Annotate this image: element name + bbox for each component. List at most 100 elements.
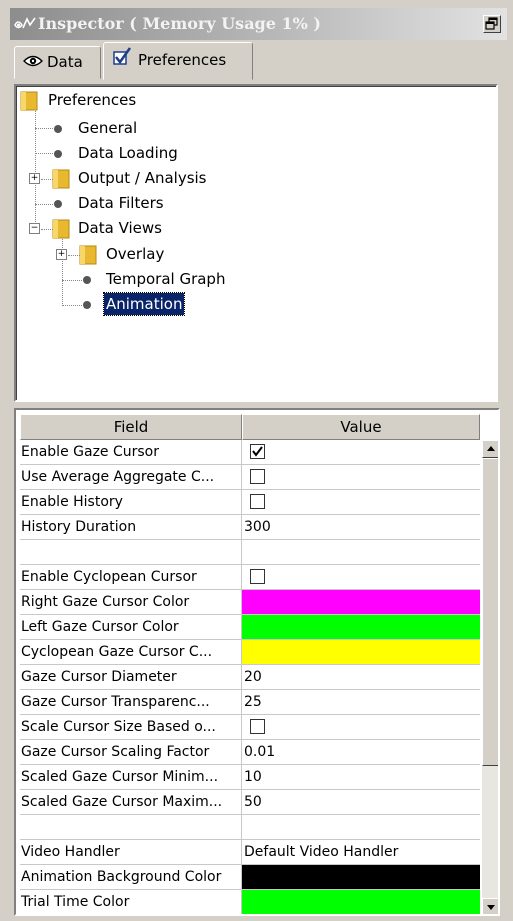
leaf-bullet-icon: [54, 200, 62, 208]
property-value-text: 25: [244, 694, 262, 710]
property-value-text: 0.01: [244, 744, 276, 760]
property-row[interactable]: Enable Cyclopean Cursor: [20, 565, 480, 590]
property-field-name: [20, 540, 242, 564]
property-row[interactable]: Enable History: [20, 490, 480, 515]
tree-label: Data Filters: [78, 194, 164, 212]
scroll-up-button[interactable]: [482, 440, 498, 458]
property-row[interactable]: Left Gaze Cursor Color: [20, 615, 480, 640]
property-value-text: 20: [244, 669, 262, 685]
scroll-down-button[interactable]: [482, 898, 498, 914]
column-header-value[interactable]: Value: [242, 414, 480, 440]
property-value-text: [242, 819, 244, 835]
property-field-name: History Duration: [20, 515, 242, 539]
expand-plus-icon[interactable]: +: [56, 249, 67, 260]
property-row[interactable]: Gaze Cursor Scaling Factor 0.01: [20, 740, 480, 765]
property-value-text: 50: [244, 794, 262, 810]
tree-item-overlay[interactable]: + Overlay: [16, 242, 486, 267]
property-row[interactable]: [20, 540, 480, 565]
tree-label: Overlay: [106, 245, 165, 263]
property-field-name: Video Handler: [20, 840, 242, 864]
property-value[interactable]: 300: [242, 515, 480, 539]
scroll-thumb[interactable]: [482, 458, 498, 766]
arrow-down-icon: [487, 905, 495, 910]
color-swatch[interactable]: [242, 615, 480, 639]
folder-icon: [79, 245, 97, 265]
restore-icon: [485, 17, 498, 30]
property-row[interactable]: Gaze Cursor Diameter 20: [20, 665, 480, 690]
tab-preferences[interactable]: Preferences: [103, 42, 253, 80]
property-field-name: Scale Cursor Size Based o...: [20, 715, 242, 739]
window-title: Inspector ( Memory Usage 1% ): [38, 14, 321, 33]
color-swatch[interactable]: [242, 865, 480, 889]
expand-plus-icon[interactable]: +: [29, 173, 40, 184]
property-field-name: Scaled Gaze Cursor Minim...: [20, 765, 242, 789]
property-field-name: Gaze Cursor Scaling Factor: [20, 740, 242, 764]
property-row[interactable]: Scaled Gaze Cursor Maxim... 50: [20, 790, 480, 815]
property-value[interactable]: [242, 540, 480, 564]
checkbox-unchecked[interactable]: [250, 469, 265, 484]
tree-root-preferences[interactable]: Preferences: [16, 88, 486, 113]
tree-item-data-filters[interactable]: Data Filters: [16, 191, 486, 216]
property-row[interactable]: Trial Time Color: [20, 890, 480, 914]
tree-item-output-analysis[interactable]: + Output / Analysis: [16, 166, 486, 191]
tree-item-data-views[interactable]: − Data Views: [16, 216, 486, 241]
tab-preferences-label: Preferences: [138, 51, 227, 69]
property-value[interactable]: 25: [242, 690, 480, 714]
restore-window-button[interactable]: [483, 15, 501, 33]
property-row[interactable]: Enable Gaze Cursor: [20, 440, 480, 465]
tree-label: Preferences: [48, 91, 137, 109]
checkbox-unchecked[interactable]: [250, 494, 265, 509]
checkmark-icon: [112, 44, 132, 78]
property-row[interactable]: Scale Cursor Size Based o...: [20, 715, 480, 740]
property-field-name: Enable History: [20, 490, 242, 514]
tree-item-temporal-graph[interactable]: Temporal Graph: [16, 267, 486, 292]
property-row[interactable]: Right Gaze Cursor Color: [20, 590, 480, 615]
folder-icon: [52, 219, 70, 239]
folder-icon: [52, 169, 70, 189]
checkbox-checked[interactable]: [250, 444, 265, 459]
property-value[interactable]: 0.01: [242, 740, 480, 764]
property-field-name: Trial Time Color: [20, 890, 242, 914]
column-header-field[interactable]: Field: [20, 414, 242, 440]
checkbox-unchecked[interactable]: [250, 569, 265, 584]
tab-data[interactable]: Data: [14, 46, 101, 79]
property-value[interactable]: [242, 815, 480, 839]
collapse-minus-icon[interactable]: −: [29, 223, 40, 234]
preferences-tree: Preferences General Data Loading + Outpu…: [14, 84, 498, 402]
property-value[interactable]: 10: [242, 765, 480, 789]
property-row[interactable]: Video Handler Default Video Handler: [20, 840, 480, 865]
property-value-cell: [242, 465, 480, 489]
property-field-name: Gaze Cursor Diameter: [20, 665, 242, 689]
property-row[interactable]: Scaled Gaze Cursor Minim... 10: [20, 765, 480, 790]
property-field-name: Enable Cyclopean Cursor: [20, 565, 242, 589]
property-field-name: Scaled Gaze Cursor Maxim...: [20, 790, 242, 814]
property-field-name: [20, 815, 242, 839]
property-row[interactable]: Cyclopean Gaze Cursor C...: [20, 640, 480, 665]
property-row[interactable]: History Duration 300: [20, 515, 480, 540]
property-field-name: Use Average Aggregate C...: [20, 465, 242, 489]
color-swatch[interactable]: [242, 640, 480, 664]
tree-label: Animation: [102, 292, 186, 316]
property-value[interactable]: 50: [242, 790, 480, 814]
property-row[interactable]: [20, 815, 480, 840]
tree-item-data-loading[interactable]: Data Loading: [16, 141, 486, 166]
color-swatch[interactable]: [242, 590, 480, 614]
property-row[interactable]: Use Average Aggregate C...: [20, 465, 480, 490]
leaf-bullet-icon: [54, 150, 62, 158]
property-value[interactable]: Default Video Handler: [242, 840, 480, 864]
tab-strip: Data Preferences: [10, 40, 507, 80]
tab-data-label: Data: [47, 53, 83, 71]
checkmark-icon: [252, 446, 263, 457]
checkbox-unchecked[interactable]: [250, 719, 265, 734]
tree-item-animation[interactable]: Animation: [16, 292, 486, 317]
tree-label: Output / Analysis: [78, 169, 207, 187]
property-value[interactable]: 20: [242, 665, 480, 689]
vertical-scrollbar[interactable]: [482, 440, 498, 914]
property-row[interactable]: Animation Background Color: [20, 865, 480, 890]
color-swatch[interactable]: [242, 890, 480, 914]
property-value-cell: [242, 565, 480, 589]
property-row[interactable]: Gaze Cursor Transparenc... 25: [20, 690, 480, 715]
tree-item-general[interactable]: General: [16, 116, 486, 141]
property-value-cell: [242, 440, 480, 464]
property-field-name: Left Gaze Cursor Color: [20, 615, 242, 639]
